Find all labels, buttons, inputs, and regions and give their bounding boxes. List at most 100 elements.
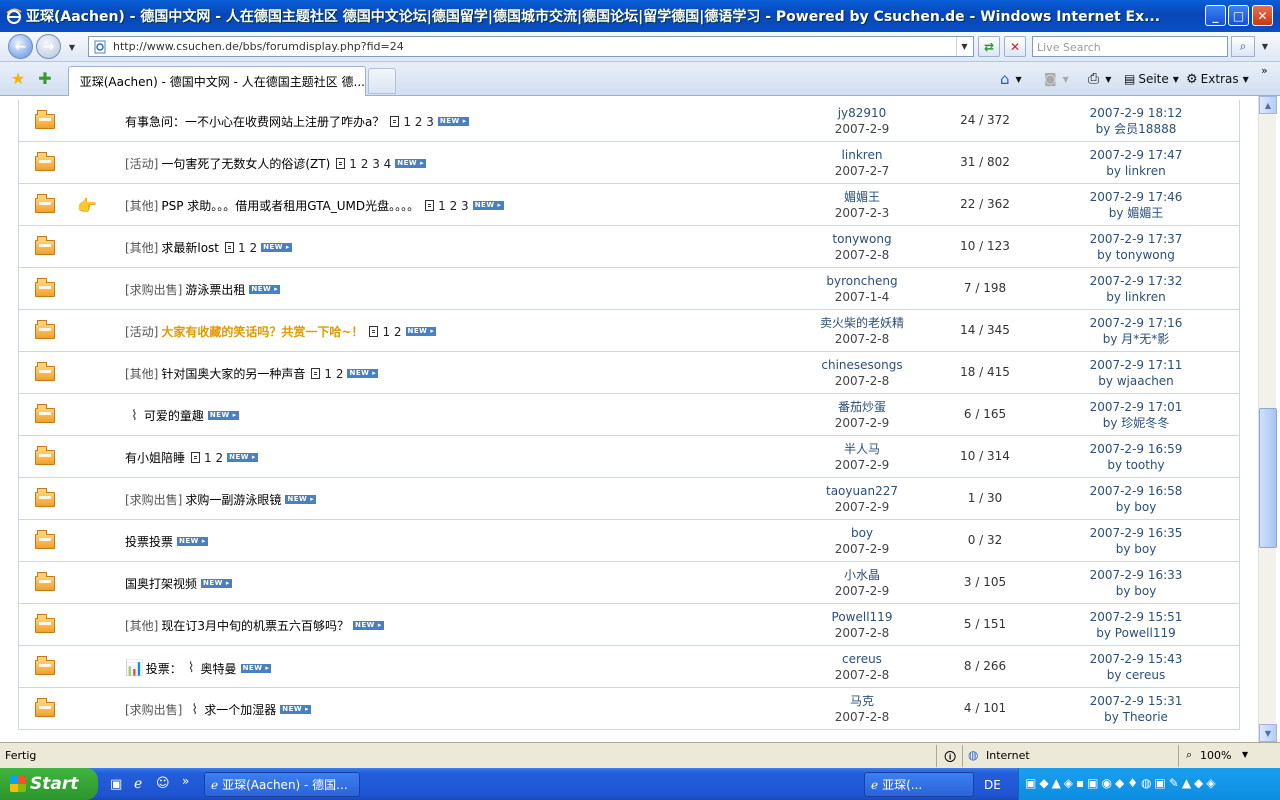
scroll-thumb[interactable]	[1259, 408, 1277, 548]
stop-button[interactable]: ✕	[1004, 36, 1026, 57]
thread-category[interactable]: [求购出售]	[125, 281, 182, 298]
thread-page-links[interactable]: 1 2 3	[438, 199, 469, 213]
home-button[interactable]: ⌂ ▼	[1000, 69, 1022, 89]
thread-page-links[interactable]: 1 2	[238, 241, 257, 255]
back-button[interactable]: ←	[8, 34, 33, 59]
author-name-link[interactable]: 媚媚王	[807, 189, 917, 205]
last-post-user-link[interactable]: by Powell119	[1071, 625, 1201, 641]
favorites-star-icon[interactable]: ★	[9, 69, 27, 88]
feeds-button[interactable]: ◙ ▼	[1044, 69, 1069, 89]
thread-title-link[interactable]: 一句害死了无数女人的俗谚(ZT)	[161, 155, 330, 172]
page-menu[interactable]: ▤ Seite ▼	[1124, 69, 1179, 89]
print-button[interactable]: ⎙ ▼	[1088, 69, 1111, 89]
new-tab-button[interactable]	[368, 68, 396, 94]
last-post-time-link[interactable]: 2007-2-9 16:59	[1071, 441, 1201, 457]
address-dropdown-icon[interactable]: ▼	[956, 37, 972, 56]
thread-category[interactable]: [其他]	[125, 365, 158, 382]
taskbar-window-button-2[interactable]: ℯ 亚琛(...	[864, 772, 974, 797]
thread-category[interactable]: [其他]	[125, 239, 158, 256]
protected-mode-icon[interactable]: 🛈	[944, 748, 956, 769]
history-dropdown-icon[interactable]: ▼	[64, 38, 80, 57]
last-post-user-link[interactable]: by boy	[1071, 541, 1201, 557]
author-name-link[interactable]: 马克	[807, 693, 917, 709]
last-post-user-link[interactable]: by 月*无*影	[1071, 331, 1201, 347]
thread-category[interactable]: [活动]	[125, 155, 158, 172]
last-post-time-link[interactable]: 2007-2-9 16:35	[1071, 525, 1201, 541]
thread-title-link[interactable]: 求最新lost	[161, 239, 219, 256]
last-post-time-link[interactable]: 2007-2-9 17:37	[1071, 231, 1201, 247]
last-post-user-link[interactable]: by 会员18888	[1071, 121, 1201, 137]
last-post-user-link[interactable]: by boy	[1071, 583, 1201, 599]
last-post-time-link[interactable]: 2007-2-9 16:33	[1071, 567, 1201, 583]
thread-title-link[interactable]: 有事急问：一不小心在收费网站上注册了咋办a？	[125, 113, 384, 130]
author-name-link[interactable]: cereus	[807, 651, 917, 667]
thread-title-link[interactable]: 求一个加湿器	[204, 701, 276, 718]
thread-title-link[interactable]: 针对国奥大家的另一种声音	[161, 365, 305, 382]
author-name-link[interactable]: 番茄炒蛋	[807, 399, 917, 415]
thread-title-link[interactable]: 现在订3月中旬的机票五六百够吗？	[161, 617, 349, 634]
author-name-link[interactable]: 卖火柴的老妖精	[807, 315, 917, 331]
author-name-link[interactable]: chinesesongs	[807, 357, 917, 373]
last-post-user-link[interactable]: by linkren	[1071, 289, 1201, 305]
last-post-time-link[interactable]: 2007-2-9 15:31	[1071, 693, 1201, 709]
author-name-link[interactable]: taoyuan227	[807, 483, 917, 499]
vertical-scrollbar[interactable]: ▲ ▼	[1258, 96, 1277, 742]
thread-category[interactable]: [其他]	[125, 617, 158, 634]
last-post-time-link[interactable]: 2007-2-9 18:12	[1071, 105, 1201, 121]
thread-category[interactable]: [求购出售]	[125, 701, 182, 718]
thread-page-links[interactable]: 1 2 3 4	[349, 157, 391, 171]
refresh-button[interactable]: ⇄	[978, 36, 1000, 57]
last-post-user-link[interactable]: by wjaachen	[1071, 373, 1201, 389]
last-post-user-link[interactable]: by 媚媚王	[1071, 205, 1201, 221]
last-post-time-link[interactable]: 2007-2-9 17:46	[1071, 189, 1201, 205]
thread-title-link[interactable]: 投票投票	[125, 533, 173, 550]
address-input[interactable]: http://www.csuchen.de/bbs/forumdisplay.p…	[88, 36, 974, 57]
thread-title-link[interactable]: 游泳票出租	[185, 281, 245, 298]
author-name-link[interactable]: 半人马	[807, 441, 917, 457]
maximize-button[interactable]: □	[1228, 5, 1249, 26]
last-post-time-link[interactable]: 2007-2-9 15:51	[1071, 609, 1201, 625]
thread-category[interactable]: [求购出售]	[125, 491, 182, 508]
close-button[interactable]: ✕	[1252, 5, 1273, 26]
last-post-time-link[interactable]: 2007-2-9 17:32	[1071, 273, 1201, 289]
last-post-time-link[interactable]: 2007-2-9 15:43	[1071, 651, 1201, 667]
search-input[interactable]: Live Search	[1032, 36, 1228, 57]
last-post-time-link[interactable]: 2007-2-9 17:47	[1071, 147, 1201, 163]
search-dropdown-icon[interactable]: ▼	[1257, 37, 1273, 56]
last-post-time-link[interactable]: 2007-2-9 17:11	[1071, 357, 1201, 373]
forward-button[interactable]: →	[36, 34, 61, 59]
thread-page-links[interactable]: 1 2	[204, 451, 223, 465]
thread-title-link[interactable]: 可爱的童趣	[144, 407, 204, 424]
author-name-link[interactable]: Powell119	[807, 609, 917, 625]
thread-title-link[interactable]: 国奥打架视频	[125, 575, 197, 592]
zoom-level[interactable]: 100%	[1200, 749, 1231, 762]
last-post-user-link[interactable]: by cereus	[1071, 667, 1201, 683]
thread-title-link[interactable]: 奥特曼	[201, 660, 237, 677]
zoom-dropdown-icon[interactable]: ▼	[1242, 750, 1248, 759]
last-post-user-link[interactable]: by Theorie	[1071, 709, 1201, 725]
chevron-more-icon[interactable]: »	[1261, 60, 1268, 80]
search-icon[interactable]: ⌕	[1231, 36, 1255, 57]
tray-icons[interactable]: ▣◆▲◈▪▣◉◆♦◍▣✎▲◆◈	[1025, 776, 1219, 790]
window-titlebar[interactable]: 亚琛(Aachen) - 德国中文网 - 人在德国主题社区 德国中文论坛|德国留…	[0, 0, 1280, 32]
author-name-link[interactable]: linkren	[807, 147, 917, 163]
author-name-link[interactable]: boy	[807, 525, 917, 541]
thread-category[interactable]: [其他]	[125, 197, 158, 214]
last-post-user-link[interactable]: by boy	[1071, 499, 1201, 515]
thread-title-link[interactable]: 有小姐陪睡	[125, 449, 185, 466]
quicklaunch-ie-icon[interactable]: ℯ	[134, 776, 142, 792]
scroll-down-icon[interactable]: ▼	[1259, 724, 1277, 742]
taskbar-window-button[interactable]: ℯ 亚琛(Aachen) - 德国...	[204, 772, 360, 797]
last-post-user-link[interactable]: by toothy	[1071, 457, 1201, 473]
thread-page-links[interactable]: 1 2	[324, 367, 343, 381]
author-name-link[interactable]: tonywong	[807, 231, 917, 247]
tools-menu[interactable]: ⚙ Extras ▼	[1186, 69, 1249, 89]
start-button[interactable]: Start	[0, 768, 98, 800]
show-desktop-icon[interactable]: ▣	[110, 777, 122, 792]
last-post-user-link[interactable]: by linkren	[1071, 163, 1201, 179]
thread-page-links[interactable]: 1 2	[382, 325, 401, 339]
thread-title-link[interactable]: 大家有收藏的笑话吗？共赏一下哈~！	[161, 323, 363, 340]
thread-title-link[interactable]: 求购一副游泳眼镜	[185, 491, 281, 508]
thread-page-links[interactable]: 1 2 3	[403, 115, 434, 129]
last-post-time-link[interactable]: 2007-2-9 17:16	[1071, 315, 1201, 331]
